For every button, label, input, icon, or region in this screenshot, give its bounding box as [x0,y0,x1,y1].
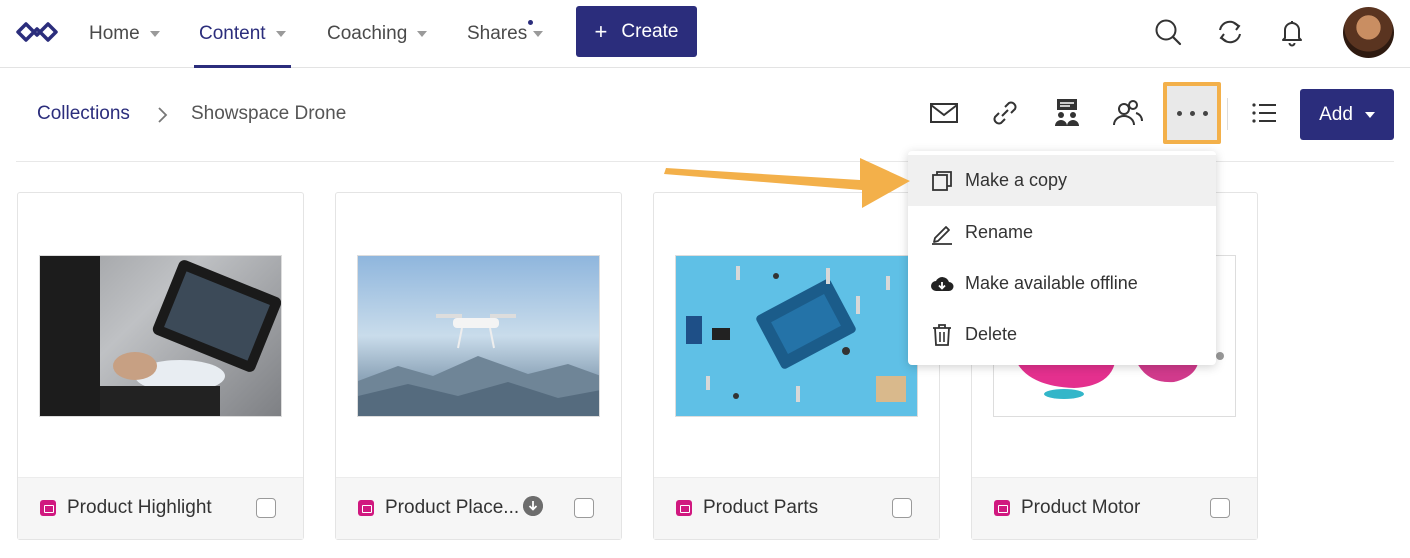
sync-icon[interactable] [1215,17,1245,47]
content-card[interactable]: Product Place... [335,192,622,540]
card-footer: Product Parts [654,477,939,539]
present-icon[interactable] [1050,96,1084,130]
link-icon[interactable] [988,96,1022,130]
image-type-icon [40,500,56,516]
card-title[interactable]: Product Motor [1021,497,1140,519]
nav-shares-label: Shares [467,23,528,44]
card-checkbox[interactable] [256,498,276,518]
avatar[interactable] [1343,7,1394,58]
menu-item-offline[interactable]: Make available offline [908,258,1216,309]
card-thumbnail [357,255,600,417]
add-button-label: Add [1319,103,1353,125]
card-checkbox[interactable] [1210,498,1230,518]
breadcrumb-current: Showspace Drone [191,103,347,124]
collection-toolbar: Collections Showspace Drone Add [16,68,1394,162]
nav-content[interactable]: Content [194,0,291,68]
list-view-icon[interactable] [1247,96,1281,130]
nav-home-label: Home [89,23,140,44]
card-checkbox[interactable] [892,498,912,518]
menu-item-label: Make a copy [965,170,1068,190]
menu-item-label: Delete [965,324,1018,344]
pencil-icon [932,225,952,245]
cloud-download-icon [931,276,954,291]
card-thumbnail [675,255,918,417]
nav-coaching-label: Coaching [327,23,408,44]
dot-icon [1202,110,1208,116]
card-checkbox[interactable] [574,498,594,518]
trash-icon [933,323,951,346]
menu-item-make-copy[interactable]: Make a copy [908,155,1216,206]
content-card[interactable]: Product Parts [653,192,940,540]
copy-icon [932,170,952,191]
bell-icon[interactable] [1277,17,1307,47]
logo-icon[interactable] [14,18,60,46]
chevron-down-icon [149,31,160,37]
content-card[interactable]: Product Highlight [17,192,304,540]
menu-item-label: Make available offline [965,273,1138,293]
chevron-down-icon [533,31,544,37]
card-title[interactable]: Product Parts [703,497,818,519]
mail-icon[interactable] [927,96,961,130]
image-type-icon [358,500,374,516]
plus-icon: + [594,18,608,44]
more-options-menu: Make a copy Rename Make available offlin… [908,151,1216,365]
chevron-down-icon [275,31,286,37]
breadcrumb-collections[interactable]: Collections [37,103,130,125]
card-title[interactable]: Product Place... [385,497,519,519]
dot-icon [1176,110,1182,116]
top-navigation: Home Content Coaching Shares + Create [0,0,1410,68]
nav-home[interactable]: Home [89,0,160,68]
nav-content-label: Content [199,23,266,44]
card-title[interactable]: Product Highlight [67,497,212,519]
chevron-down-icon [417,31,428,37]
image-type-icon [994,500,1010,516]
menu-item-label: Rename [965,222,1034,242]
chevron-right-icon [158,107,168,123]
chevron-down-icon [1364,111,1375,118]
search-icon[interactable] [1153,17,1183,47]
download-icon [523,496,543,516]
users-icon[interactable] [1111,96,1145,130]
create-button[interactable]: + Create [576,6,697,57]
menu-item-delete[interactable]: Delete [908,309,1216,360]
pointer-arrow-icon [664,158,910,208]
menu-item-rename[interactable]: Rename [908,207,1216,258]
nav-coaching[interactable]: Coaching [327,0,428,68]
notification-dot [528,20,533,25]
card-thumbnail [39,255,282,417]
card-footer: Product Motor [972,477,1257,539]
create-button-label: Create [621,20,679,42]
more-options-button[interactable] [1163,82,1221,144]
dot-icon [1189,110,1195,116]
card-footer: Product Highlight [18,477,303,539]
image-type-icon [676,500,692,516]
divider [1227,98,1228,130]
nav-shares[interactable]: Shares [467,0,544,68]
add-button[interactable]: Add [1300,89,1394,140]
card-footer: Product Place... [336,477,621,539]
